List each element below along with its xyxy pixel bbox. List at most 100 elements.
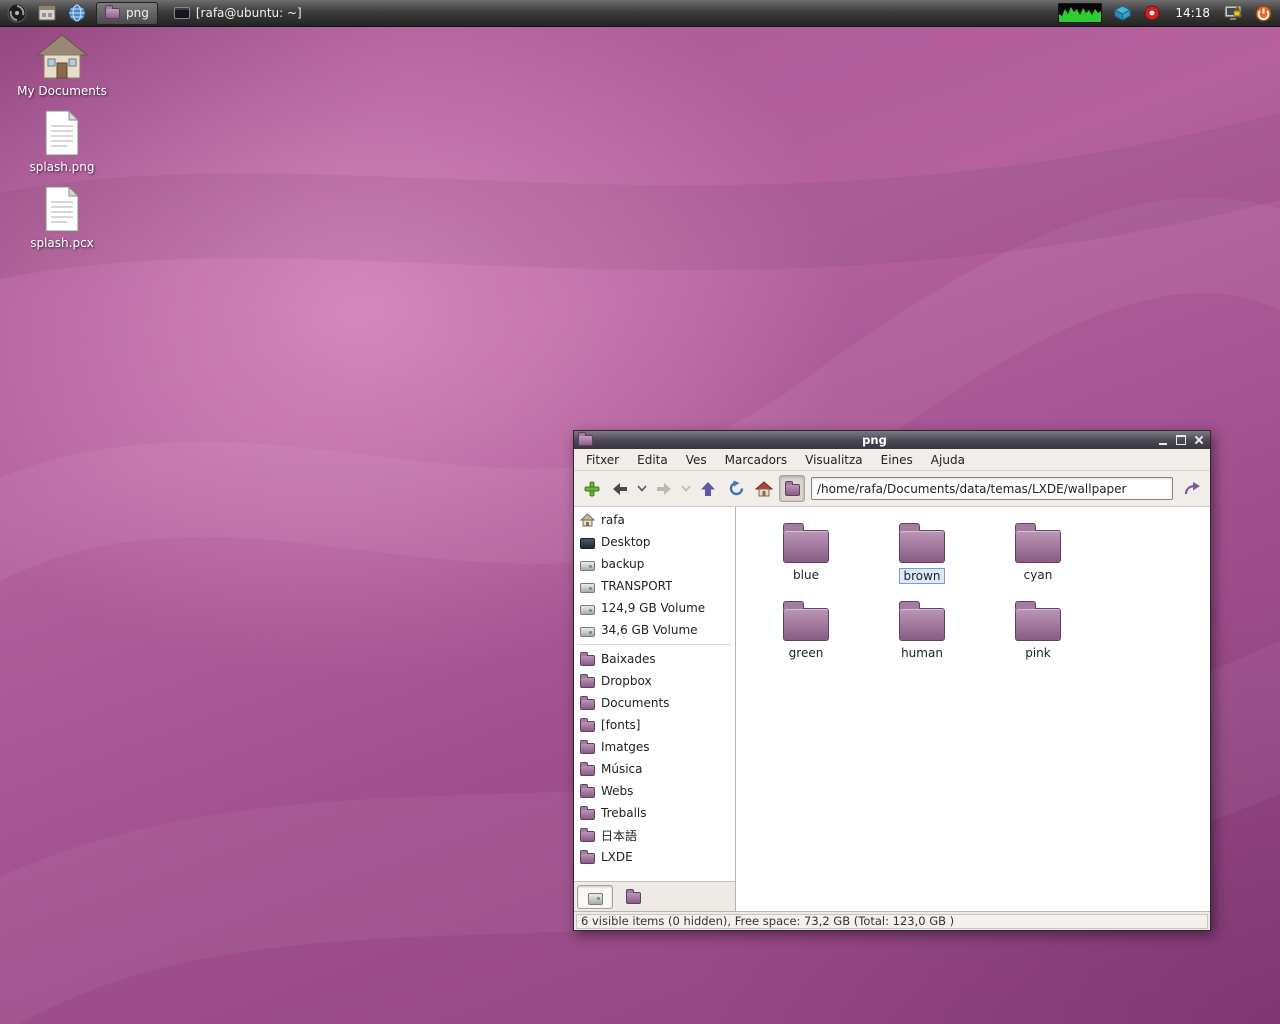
sidebar-folder-imatges[interactable]: Imatges: [574, 736, 735, 758]
sidebar-place-desktop[interactable]: Desktop: [574, 531, 735, 553]
file-item-human[interactable]: human: [864, 599, 980, 677]
desktop-icon-splash-pcx[interactable]: splash.pcx: [14, 186, 110, 250]
window-icon: [578, 431, 593, 446]
side-pane-switcher: [574, 881, 735, 911]
statusbar: 6 visible items (0 hidden), Free space: …: [574, 911, 1210, 930]
menu-go[interactable]: Ves: [678, 451, 715, 469]
place-label: backup: [601, 557, 645, 571]
sidebar-place-transport[interactable]: TRANSPORT: [574, 575, 735, 597]
back-button[interactable]: [607, 475, 633, 502]
up-button[interactable]: [695, 475, 721, 502]
task-label: [rafa@ubuntu: ~]: [195, 6, 302, 20]
taskbar-item-terminal[interactable]: [rafa@ubuntu: ~]: [166, 2, 310, 25]
place-label: Documents: [601, 696, 670, 710]
folder-icon: [899, 601, 945, 641]
menu-help[interactable]: Ajuda: [923, 451, 973, 469]
top-panel: png [rafa@ubuntu: ~] 14:18: [0, 0, 1280, 27]
window-content: rafa Desktop backup TRANSPORT 124,9 GB V…: [574, 507, 1210, 911]
places-toggle-button[interactable]: [577, 884, 613, 909]
sidebar-folder-lxde[interactable]: LXDE: [574, 846, 735, 868]
folder-icon: [580, 806, 595, 820]
screensaver-lock-icon[interactable]: [1222, 2, 1244, 24]
sidebar-separator: [578, 644, 731, 645]
back-icon: [613, 482, 627, 495]
sidebar-folder-dropbox[interactable]: Dropbox: [574, 670, 735, 692]
desktop-icon-my-documents[interactable]: My Documents: [14, 34, 110, 98]
document-icon: [45, 186, 80, 232]
sidebar-place-home[interactable]: rafa: [574, 509, 735, 531]
power-icon[interactable]: [1252, 2, 1274, 24]
sidebar-folder-fonts[interactable]: [fonts]: [574, 714, 735, 736]
file-label: pink: [1025, 646, 1051, 660]
folder-icon: [580, 850, 595, 864]
sidebar-folder-documents[interactable]: Documents: [574, 692, 735, 714]
sidebar-folder-japanese[interactable]: 日本語: [574, 824, 735, 846]
forward-history-dropdown[interactable]: [679, 475, 693, 502]
place-label: Webs: [601, 784, 634, 798]
sidebar-place-backup[interactable]: backup: [574, 553, 735, 575]
folder-icon: [580, 674, 595, 688]
place-label: Dropbox: [601, 674, 652, 688]
folder-icon: [580, 784, 595, 798]
directory-button[interactable]: [779, 475, 805, 502]
home-icon: [580, 513, 595, 527]
drive-icon: [587, 892, 603, 905]
menu-edit[interactable]: Edita: [629, 451, 676, 469]
jump-button[interactable]: [1179, 475, 1205, 502]
file-item-green[interactable]: green: [748, 599, 864, 677]
reload-button[interactable]: [723, 475, 749, 502]
places-list: rafa Desktop backup TRANSPORT 124,9 GB V…: [574, 507, 735, 881]
menu-tools[interactable]: Eines: [873, 451, 921, 469]
sidebar-folder-treballs[interactable]: Treballs: [574, 802, 735, 824]
home-icon: [755, 480, 773, 496]
package-tray-icon[interactable]: [1111, 2, 1133, 24]
forward-button[interactable]: [651, 475, 677, 502]
file-item-blue[interactable]: blue: [748, 521, 864, 599]
place-label: Desktop: [601, 535, 651, 549]
maximize-button[interactable]: [1174, 434, 1188, 447]
browser-globe-icon[interactable]: [66, 2, 88, 24]
file-rename-input[interactable]: brown: [899, 568, 945, 584]
sidebar-place-volume-125gb[interactable]: 124,9 GB Volume: [574, 597, 735, 619]
folder-icon: [580, 652, 595, 666]
cpu-graph: [1057, 2, 1103, 24]
new-tab-button[interactable]: [579, 475, 605, 502]
file-item-pink[interactable]: pink: [980, 599, 1096, 677]
menu-file[interactable]: Fitxer: [578, 451, 627, 469]
terminal-icon: [173, 7, 190, 19]
place-label: 34,6 GB Volume: [601, 623, 698, 637]
file-item-cyan[interactable]: cyan: [980, 521, 1096, 599]
desktop-icon-splash-png[interactable]: splash.png: [14, 110, 110, 174]
folder-icon: [783, 523, 829, 563]
clock[interactable]: 14:18: [1171, 6, 1214, 20]
sidebar-folder-baixades[interactable]: Baixades: [574, 648, 735, 670]
file-manager-icon[interactable]: [36, 2, 58, 24]
back-history-dropdown[interactable]: [635, 475, 649, 502]
forward-icon: [657, 482, 671, 495]
file-grid: blue brown cyan green human pink: [748, 521, 1210, 677]
sidebar-folder-musica[interactable]: Música: [574, 758, 735, 780]
sidebar-folder-webs[interactable]: Webs: [574, 780, 735, 802]
file-item-brown[interactable]: brown: [864, 521, 980, 599]
sidebar-place-volume-35gb[interactable]: 34,6 GB Volume: [574, 619, 735, 641]
file-label: human: [901, 646, 943, 660]
taskbar-item-png[interactable]: png: [96, 1, 158, 25]
minimize-button[interactable]: [1156, 434, 1170, 447]
chevron-down-icon: [681, 485, 691, 492]
desktop-icon: [580, 538, 595, 549]
menu-view[interactable]: Visualitza: [797, 451, 871, 469]
path-input[interactable]: [811, 477, 1173, 500]
app-menu-icon[interactable]: [6, 2, 28, 24]
directory-tree-toggle-button[interactable]: [615, 885, 651, 909]
home-button[interactable]: [751, 475, 777, 502]
directory-icon: [784, 481, 800, 496]
place-label: Imatges: [601, 740, 650, 754]
drive-icon: [580, 605, 595, 615]
close-button[interactable]: [1192, 434, 1206, 447]
folder-icon: [580, 762, 595, 776]
file-view[interactable]: blue brown cyan green human pink: [736, 507, 1210, 911]
chevron-down-icon: [637, 485, 647, 492]
menu-bookmarks[interactable]: Marcadors: [717, 451, 795, 469]
update-tray-icon[interactable]: [1141, 2, 1163, 24]
titlebar[interactable]: png: [574, 431, 1210, 449]
